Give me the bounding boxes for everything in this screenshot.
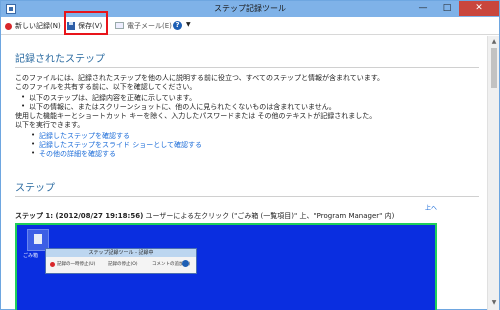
intro-text: このファイルを共有する前に、以下を確認してください。	[15, 83, 197, 91]
email-button[interactable]: 電子メール(E)	[127, 20, 172, 33]
mini-stop-label: 記録の停止(O)	[108, 262, 138, 267]
recorded-steps-heading: 記録されたステップ	[15, 54, 105, 65]
scroll-up-icon[interactable]: ▲	[490, 38, 498, 46]
minimize-button[interactable]: —	[411, 1, 435, 16]
report-content: 記録されたステップ このファイルには、記録されたステップを他の人に説明する前に役…	[1, 36, 487, 310]
close-button[interactable]: ✕	[459, 1, 499, 16]
recorder-mini-window: ステップ記録ツール - 記録中 記録の一時停止(U) 記録の停止(O) コメント…	[45, 248, 197, 274]
vertical-scrollbar[interactable]: ▲ ▼	[487, 36, 499, 310]
email-icon[interactable]	[115, 22, 124, 29]
mini-title: ステップ記録ツール - 記録中	[46, 249, 196, 257]
help-dropdown-caret[interactable]: ▼	[186, 21, 191, 28]
step-screenshot: ごみ箱 ステップ記録ツール - 記録中 記録の一時停止(U) 記録の停止(O) …	[15, 223, 437, 310]
help-icon[interactable]: ?	[173, 21, 182, 30]
mini-pause-label: 記録の一時停止(U)	[57, 262, 96, 267]
recycle-bin-label: ごみ箱	[23, 253, 39, 259]
mini-record-icon	[50, 262, 55, 267]
scroll-thumb[interactable]	[491, 48, 497, 88]
note-text: 以下を実行できます。	[15, 121, 85, 129]
divider	[15, 196, 479, 197]
record-icon[interactable]	[5, 23, 12, 30]
details-link[interactable]: その他の詳細を確認する	[31, 149, 116, 159]
back-to-top-link[interactable]: 上へ	[425, 203, 437, 212]
scroll-down-icon[interactable]: ▼	[490, 299, 498, 307]
steps-recorder-window: ステップ記録ツール — □ ✕ 新しい記録(N) 保存(V) 電子メール(E) …	[0, 0, 500, 310]
save-icon[interactable]	[67, 22, 75, 30]
steps-heading: ステップ	[15, 183, 55, 194]
mini-help-icon	[182, 260, 189, 267]
new-record-button[interactable]: 新しい記録(N)	[15, 20, 61, 33]
save-button[interactable]: 保存(V)	[78, 20, 102, 33]
step-text: ユーザーによる左クリック ("ごみ箱 (一覧項目)" 上、"Program Ma…	[143, 212, 395, 220]
divider	[15, 67, 479, 68]
maximize-button[interactable]: □	[435, 1, 459, 16]
step-number: ステップ 1: (2012/08/27 19:18:56)	[15, 212, 144, 220]
step-description: ステップ 1: (2012/08/27 19:18:56) ユーザーによる左クリ…	[15, 211, 394, 221]
